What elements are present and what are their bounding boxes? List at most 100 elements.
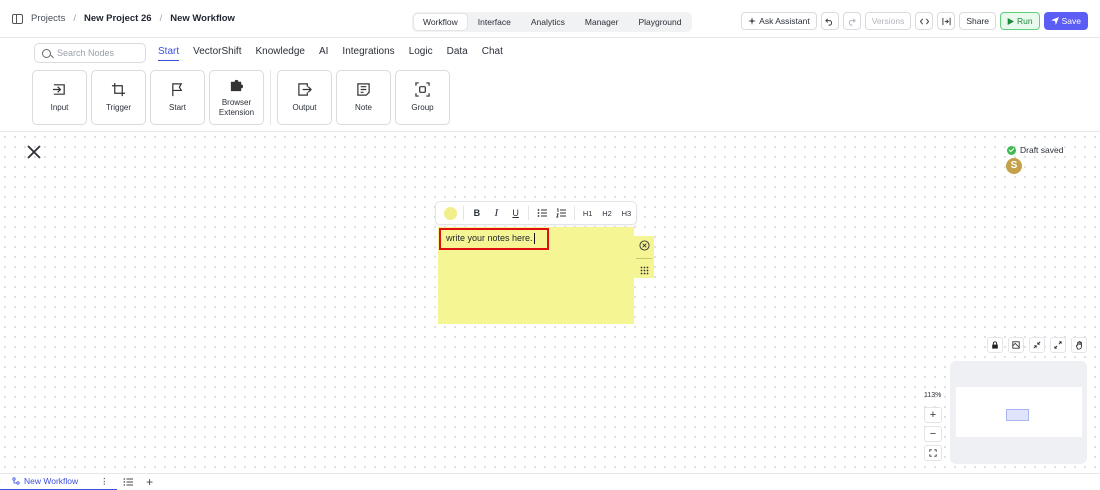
- breadcrumb-separator: /: [73, 13, 76, 24]
- add-workflow-tab-button[interactable]: +: [139, 475, 161, 489]
- hand-icon: [1075, 340, 1082, 350]
- heading-2-button[interactable]: H2: [597, 204, 616, 222]
- export-button[interactable]: [937, 12, 956, 30]
- node-input[interactable]: Input: [32, 70, 87, 125]
- versions-button[interactable]: Versions: [864, 12, 912, 30]
- play-icon: [1007, 17, 1015, 25]
- node-note[interactable]: Note: [336, 70, 391, 125]
- list-view-button[interactable]: [117, 477, 139, 487]
- breadcrumb-project[interactable]: New Project 26: [84, 13, 152, 24]
- lock-icon: [992, 341, 998, 349]
- undo-icon: [825, 17, 833, 26]
- search-icon: [42, 48, 51, 58]
- close-icon[interactable]: [26, 144, 42, 160]
- node-browser-extension[interactable]: Browser Extension: [209, 70, 264, 125]
- avatar[interactable]: S: [1006, 158, 1022, 174]
- breadcrumb-workflow[interactable]: New Workflow: [170, 13, 235, 24]
- close-circle-icon[interactable]: [638, 239, 650, 251]
- mode-tabs: Workflow Interface Analytics Manager Pla…: [412, 12, 693, 32]
- note-side-controls: [634, 236, 654, 278]
- tab-analytics[interactable]: Analytics: [522, 14, 574, 30]
- note-format-toolbar: B I U H1 H2 H3: [435, 201, 637, 225]
- minimap-toggle-button[interactable]: [1008, 337, 1024, 353]
- save-label: Save: [1061, 16, 1081, 26]
- more-options-icon[interactable]: ⋮: [100, 476, 109, 487]
- tab-interface[interactable]: Interface: [469, 14, 520, 30]
- node-output[interactable]: Output: [277, 70, 332, 125]
- minimap[interactable]: [950, 361, 1087, 464]
- zoom-controls: + −: [924, 407, 942, 461]
- ask-assistant-button[interactable]: Ask Assistant: [741, 12, 817, 30]
- node-trigger[interactable]: Trigger: [91, 70, 146, 125]
- pan-button[interactable]: [1071, 337, 1087, 353]
- toolbar-divider: [463, 206, 465, 220]
- node-start[interactable]: Start: [150, 70, 205, 125]
- numbered-list-button[interactable]: [552, 204, 571, 222]
- code-icon: [919, 17, 929, 25]
- heading-1-button[interactable]: H1: [578, 204, 597, 222]
- category-tabs: Start VectorShift Knowledge AI Integrati…: [158, 46, 503, 61]
- italic-button[interactable]: I: [487, 204, 506, 222]
- heading-3-button[interactable]: H3: [617, 204, 636, 222]
- zoom-in-button[interactable]: +: [924, 407, 942, 423]
- search-input[interactable]: [57, 48, 137, 58]
- bullet-list-button[interactable]: [532, 204, 551, 222]
- bottom-bar: New Workflow ⋮ +: [0, 473, 1100, 490]
- breadcrumb-separator: /: [159, 13, 163, 24]
- canvas-tools: [987, 337, 1087, 353]
- note-color-picker[interactable]: [440, 204, 460, 222]
- node-label: Browser Extension: [218, 98, 255, 117]
- category-integrations[interactable]: Integrations: [342, 46, 394, 61]
- node-label: Group: [411, 103, 434, 112]
- zoom-out-button[interactable]: −: [924, 426, 942, 442]
- top-bar: Projects / New Project 26 / New Workflow…: [0, 0, 1100, 38]
- node-palette: Start VectorShift Knowledge AI Integrati…: [0, 38, 1100, 132]
- note-icon: [357, 83, 370, 96]
- draft-status: Draft saved: [1007, 145, 1063, 155]
- workflow-tab[interactable]: New Workflow ⋮: [0, 474, 117, 490]
- expand-button[interactable]: [1050, 337, 1066, 353]
- node-label: Note: [355, 103, 372, 112]
- tab-playground[interactable]: Playground: [629, 14, 690, 30]
- fit-view-icon: [929, 449, 937, 457]
- search-box[interactable]: [34, 43, 146, 63]
- code-button[interactable]: [915, 12, 934, 30]
- run-button[interactable]: Run: [1000, 12, 1040, 30]
- category-start[interactable]: Start: [158, 46, 180, 61]
- puzzle-icon: [230, 79, 244, 92]
- undo-button[interactable]: [820, 12, 839, 30]
- save-button[interactable]: Save: [1043, 12, 1088, 30]
- share-button[interactable]: Share: [959, 12, 997, 30]
- workflow-canvas[interactable]: Draft saved S B I U H1 H2 H3 write your …: [0, 132, 1100, 473]
- category-knowledge[interactable]: Knowledge: [255, 46, 304, 61]
- node-label: Start: [169, 103, 186, 112]
- fit-view-button[interactable]: [924, 445, 942, 461]
- underline-button[interactable]: U: [506, 204, 525, 222]
- node-group[interactable]: Group: [395, 70, 450, 125]
- tab-manager[interactable]: Manager: [576, 14, 628, 30]
- node-list: Input Trigger Start Browser Extension Ou…: [32, 70, 450, 125]
- note-text-editor[interactable]: write your notes here.: [439, 228, 549, 250]
- sidebar-toggle-icon[interactable]: [12, 13, 23, 24]
- drag-handle-icon[interactable]: [640, 266, 649, 275]
- redo-button[interactable]: [842, 12, 861, 30]
- draft-status-label: Draft saved: [1020, 145, 1064, 155]
- category-data[interactable]: Data: [447, 46, 468, 61]
- minimap-node: [1006, 409, 1029, 421]
- palette-divider: [270, 70, 271, 125]
- tab-workflow[interactable]: Workflow: [414, 14, 467, 30]
- category-logic[interactable]: Logic: [409, 46, 433, 61]
- header-actions: Ask Assistant Versions Share Run Save: [741, 12, 1088, 30]
- toolbar-divider: [574, 206, 575, 220]
- breadcrumb-projects[interactable]: Projects: [31, 13, 65, 24]
- lock-button[interactable]: [987, 337, 1003, 353]
- collapse-button[interactable]: [1029, 337, 1045, 353]
- category-vectorshift[interactable]: VectorShift: [193, 46, 241, 61]
- bold-button[interactable]: B: [467, 204, 486, 222]
- send-icon: [1050, 17, 1059, 25]
- note-text: write your notes here.: [446, 233, 533, 243]
- category-ai[interactable]: AI: [319, 46, 328, 61]
- category-chat[interactable]: Chat: [482, 46, 503, 61]
- zoom-level: 113%: [924, 392, 942, 399]
- crop-icon: [111, 82, 126, 97]
